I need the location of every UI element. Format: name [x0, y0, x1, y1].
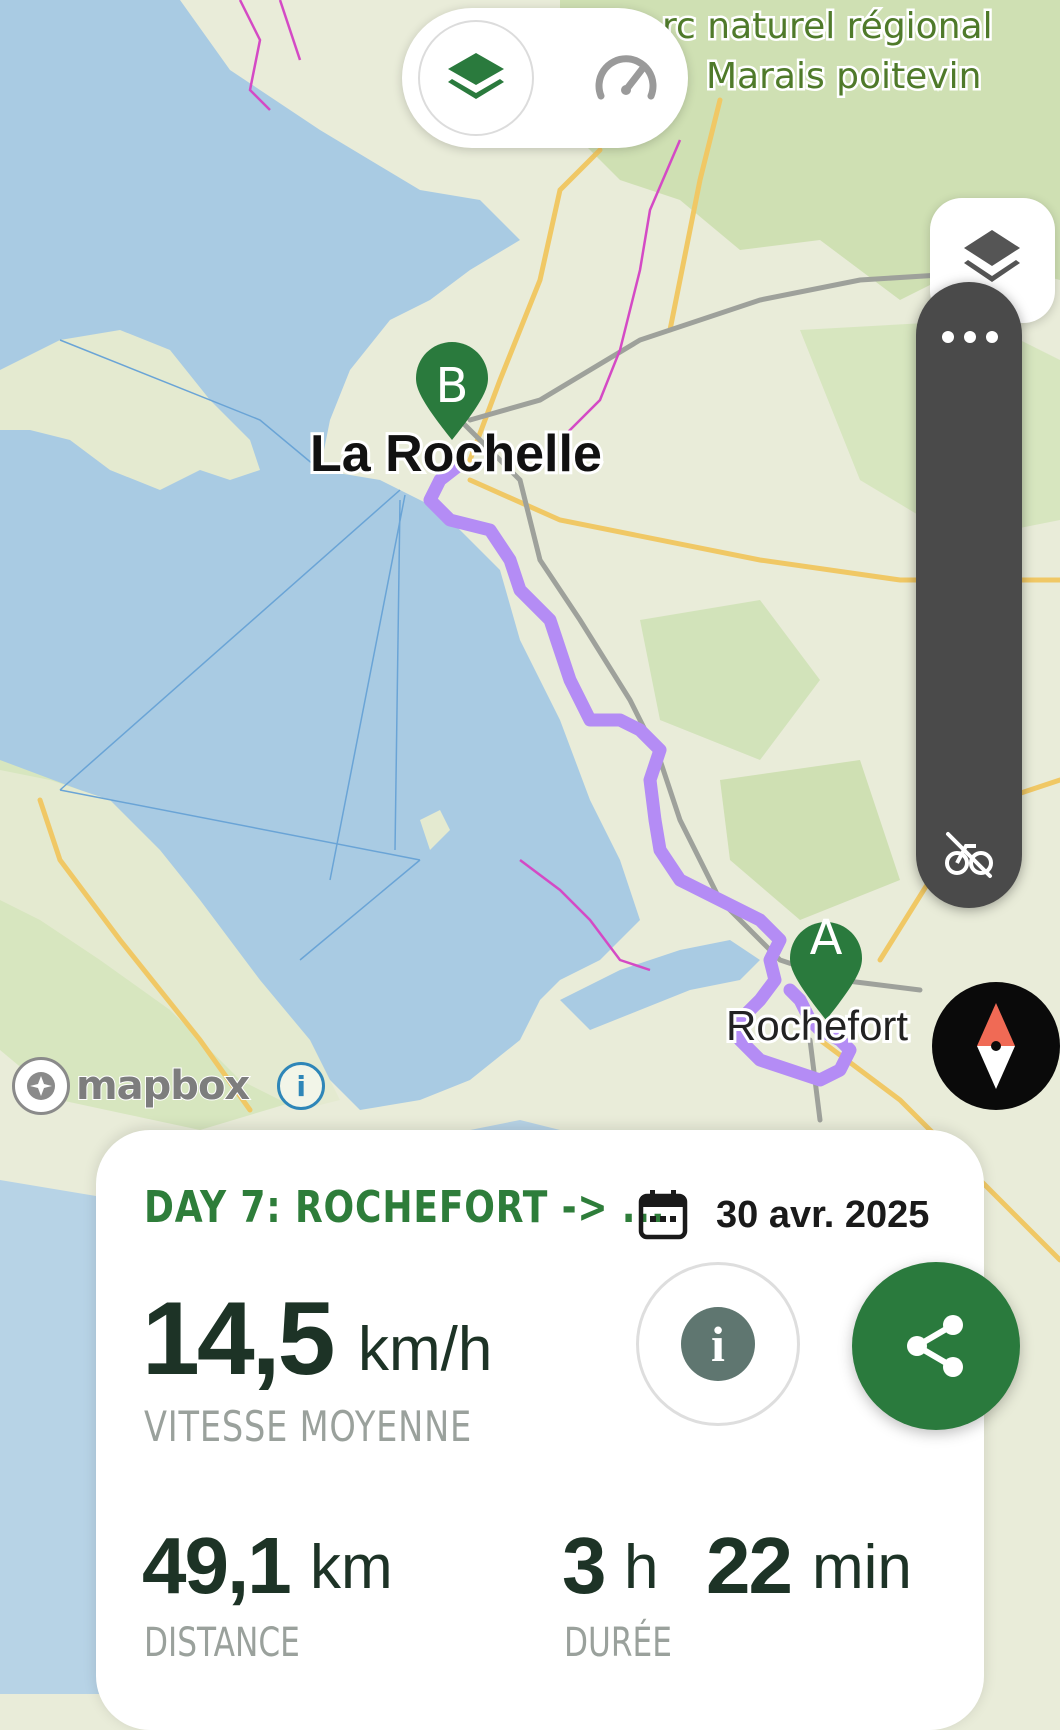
- top-layer-button[interactable]: [418, 20, 534, 136]
- share-button[interactable]: [852, 1262, 1020, 1430]
- calendar-icon: [638, 1188, 688, 1244]
- attribution-info-button[interactable]: i: [277, 1062, 326, 1110]
- top-speed-button[interactable]: [568, 20, 684, 136]
- park-label-line2: Marais poitevin: [703, 54, 983, 100]
- avg-speed-unit: km/h: [358, 1315, 493, 1384]
- avg-speed-value: 14,5: [142, 1281, 335, 1397]
- duration-label: DURÉE: [564, 1620, 672, 1666]
- info-icon: i: [681, 1307, 755, 1381]
- info-button[interactable]: i: [636, 1262, 800, 1426]
- trip-summary-card: DAY 7: ROCHEFORT -> ... 30 avr. 2025 14,…: [96, 1130, 984, 1730]
- duration-hours-unit: h: [624, 1533, 659, 1602]
- trip-date: 30 avr. 2025: [716, 1194, 930, 1236]
- mapbox-attribution: mapbox i: [12, 1056, 326, 1116]
- bike-off-icon: [945, 832, 993, 878]
- bike-off-button[interactable]: [944, 830, 994, 884]
- speedometer-icon: [595, 55, 657, 100]
- distance-label: DISTANCE: [144, 1620, 300, 1666]
- layers-icon: [964, 230, 1020, 282]
- mapbox-wordmark: mapbox: [75, 1062, 251, 1110]
- distance-unit: km: [310, 1533, 393, 1602]
- trip-title[interactable]: DAY 7: ROCHEFORT -> ...: [144, 1182, 665, 1233]
- compass-button[interactable]: [932, 982, 1060, 1110]
- duration-hours-value: 3: [562, 1521, 607, 1610]
- duration-minutes-unit: min: [812, 1533, 912, 1602]
- mapbox-logo-icon: [12, 1057, 70, 1115]
- more-icon[interactable]: [942, 322, 998, 352]
- avg-speed-label: VITESSE MOYENNE: [144, 1402, 473, 1451]
- top-controls-pill: [402, 8, 688, 148]
- distance-value: 49,1: [142, 1521, 292, 1610]
- compass-icon: [977, 1003, 1015, 1089]
- side-toolbar: [916, 282, 1022, 908]
- city-label-rochefort: Rochefort: [723, 999, 911, 1052]
- layers-icon: [448, 53, 504, 99]
- marker-a-letter: A: [810, 910, 843, 966]
- duration-minutes-value: 22: [706, 1521, 793, 1610]
- city-label-la-rochelle: La Rochelle: [307, 422, 605, 486]
- park-label-line1: rc naturel régional: [660, 4, 996, 50]
- marker-b-letter: B: [436, 358, 469, 414]
- share-icon: [907, 1315, 963, 1377]
